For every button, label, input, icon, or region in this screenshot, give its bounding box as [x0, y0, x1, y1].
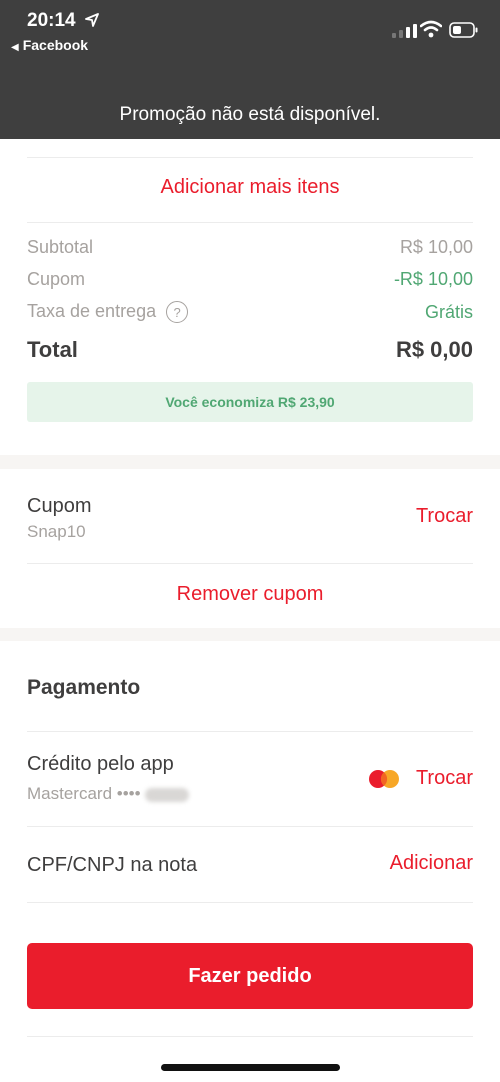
- divider: [27, 563, 473, 564]
- change-coupon-button[interactable]: Trocar: [416, 505, 473, 528]
- remove-coupon-button[interactable]: Remover cupom: [0, 583, 500, 606]
- delivery-fee-label: Taxa de entrega: [27, 301, 157, 321]
- back-caret-icon: ◀: [11, 42, 19, 53]
- total-row: Total R$ 0,00: [27, 337, 473, 363]
- total-value: R$ 0,00: [395, 337, 473, 362]
- battery-icon: [449, 22, 478, 38]
- divider: [27, 902, 473, 903]
- section-separator: [0, 628, 500, 641]
- divider: [27, 826, 473, 827]
- status-time: 20:14: [27, 10, 76, 31]
- cellular-signal-icon: [392, 24, 417, 38]
- change-payment-button[interactable]: Trocar: [416, 767, 473, 790]
- divider: [27, 1036, 473, 1037]
- payment-title: Pagamento: [27, 676, 141, 699]
- add-more-items-button[interactable]: Adicionar mais itens: [0, 176, 500, 199]
- payment-card-info: Mastercard ••••: [27, 784, 189, 804]
- delivery-fee-value: Grátis: [424, 301, 473, 322]
- add-cpf-button[interactable]: Adicionar: [390, 852, 473, 875]
- payment-method-name: Crédito pelo app: [27, 753, 174, 775]
- divider: [27, 222, 473, 223]
- mastercard-icon: [369, 770, 399, 788]
- subtotal-row: Subtotal R$ 10,00: [27, 237, 473, 258]
- delivery-fee-label-group: Taxa de entrega?: [27, 301, 189, 324]
- subtotal-label: Subtotal: [27, 237, 94, 257]
- back-to-facebook-link[interactable]: ◀ Facebook: [11, 37, 88, 53]
- card-number-masked: [144, 787, 189, 802]
- cpf-cnpj-label: CPF/CNPJ na nota: [27, 854, 198, 876]
- coupon-code: Snap10: [27, 522, 86, 541]
- place-order-button[interactable]: Fazer pedido: [27, 943, 473, 1009]
- card-brand-label: Mastercard ••••: [27, 784, 141, 803]
- divider: [27, 731, 473, 732]
- coupon-discount-row: Cupom -R$ 10,00: [27, 269, 473, 290]
- delivery-fee-row: Taxa de entrega? Grátis: [27, 301, 473, 324]
- savings-banner: Você economiza R$ 23,90: [27, 382, 473, 422]
- home-indicator[interactable]: [161, 1064, 340, 1071]
- back-link-label: Facebook: [22, 37, 89, 53]
- subtotal-value: R$ 10,00: [399, 237, 473, 257]
- help-icon[interactable]: ?: [166, 301, 189, 324]
- location-arrow-icon: [85, 13, 99, 27]
- coupon-title: Cupom: [27, 495, 92, 517]
- section-separator: [0, 455, 500, 469]
- top-overlay: 20:14 ◀ Facebook Promoção não está dispon…: [0, 0, 500, 139]
- wifi-icon: [420, 20, 442, 38]
- promo-unavailable-toast: Promoção não está disponível.: [119, 104, 381, 125]
- coupon-discount-value: -R$ 10,00: [393, 269, 473, 289]
- total-label: Total: [27, 337, 78, 362]
- divider: [27, 157, 473, 158]
- coupon-discount-label: Cupom: [27, 269, 86, 289]
